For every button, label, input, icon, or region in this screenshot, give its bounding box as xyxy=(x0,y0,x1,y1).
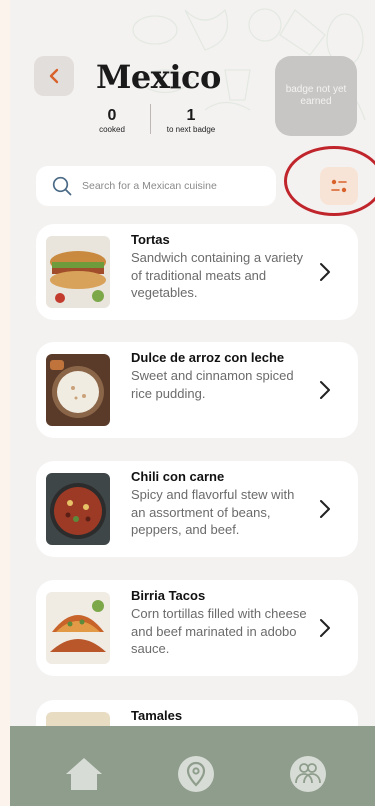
chevron-right-icon xyxy=(320,263,330,281)
app-screen: Mexico 0 cooked 1 to next badge badge no… xyxy=(10,0,375,806)
dish-name: Tamales xyxy=(131,708,183,723)
dish-photo xyxy=(46,236,110,308)
stats-divider xyxy=(150,104,151,134)
next-badge-stat: 1 to next badge xyxy=(160,107,222,135)
chevron-left-icon xyxy=(49,68,59,84)
dish-description: Corn tortillas filled with cheese and be… xyxy=(131,606,307,656)
dish-photo xyxy=(46,354,110,426)
badge-placeholder: badge not yet earned xyxy=(275,56,357,136)
page-title: Mexico xyxy=(96,58,221,96)
nav-location[interactable] xyxy=(176,754,216,794)
community-icon xyxy=(290,756,326,792)
dish-name: Dulce de arroz con leche xyxy=(131,350,285,365)
chevron-right-icon xyxy=(320,619,330,637)
dish-photo xyxy=(46,592,110,664)
next-badge-label: to next badge xyxy=(166,125,216,134)
bottom-navigation xyxy=(10,726,375,806)
dish-description: Sandwich containing a variety of traditi… xyxy=(131,250,303,300)
dish-name: Tortas xyxy=(131,232,170,247)
left-edge-stripe xyxy=(0,0,10,806)
next-badge-count: 1 xyxy=(186,107,196,124)
dish-photo xyxy=(46,473,110,545)
dish-card-tortas[interactable]: Tortas Sandwich containing a variety of … xyxy=(36,224,358,320)
search-icon xyxy=(52,176,72,196)
search-input[interactable] xyxy=(82,180,262,192)
cooked-label: cooked xyxy=(99,125,125,134)
cooked-count: 0 xyxy=(107,107,117,124)
chevron-right-icon xyxy=(320,381,330,399)
dish-card-chili-con-carne[interactable]: Chili con carne Spicy and flavorful stew… xyxy=(36,461,358,557)
dish-name: Chili con carne xyxy=(131,469,225,484)
chevron-right-icon xyxy=(320,500,330,518)
back-button[interactable] xyxy=(34,56,74,96)
search-bar[interactable] xyxy=(36,166,276,206)
home-icon xyxy=(66,758,102,790)
dish-name: Birria Tacos xyxy=(131,588,206,603)
highlight-annotation-circle xyxy=(284,146,375,216)
nav-home[interactable] xyxy=(64,754,104,794)
dish-description: Spicy and flavorful stew with an assortm… xyxy=(131,487,295,537)
badge-status-text: badge not yet earned xyxy=(285,84,347,107)
dish-card-birria-tacos[interactable]: Birria Tacos Corn tortillas filled with … xyxy=(36,580,358,676)
nav-community[interactable] xyxy=(288,754,328,794)
location-pin-icon xyxy=(178,756,214,792)
dish-card-dulce-de-arroz[interactable]: Dulce de arroz con leche Sweet and cinna… xyxy=(36,342,358,438)
dish-description: Sweet and cinnamon spiced rice pudding. xyxy=(131,368,294,401)
cooked-stat: 0 cooked xyxy=(96,107,128,135)
